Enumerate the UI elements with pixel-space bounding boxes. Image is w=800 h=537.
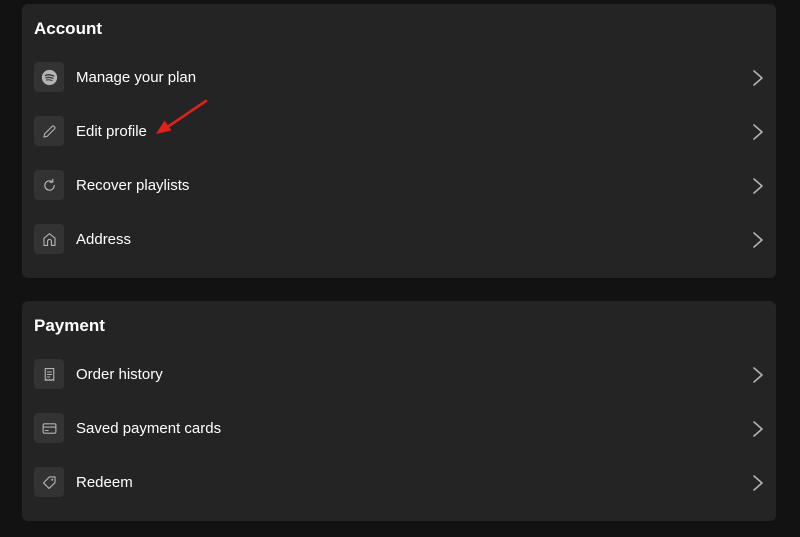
- edit-profile-row[interactable]: Edit profile: [22, 105, 776, 159]
- recover-playlists-label: Recover playlists: [76, 177, 190, 194]
- saved-payment-cards-label: Saved payment cards: [76, 420, 222, 437]
- address-label: Address: [76, 231, 132, 248]
- chevron-right-icon: [752, 231, 764, 249]
- address-row[interactable]: Address: [22, 213, 776, 267]
- manage-plan-label: Manage your plan: [76, 69, 197, 86]
- credit-card-icon: [34, 413, 64, 443]
- chevron-right-icon: [752, 420, 764, 438]
- chevron-right-icon: [752, 123, 764, 141]
- tag-icon: [34, 467, 64, 497]
- spotify-logo-icon: [34, 62, 64, 92]
- home-icon: [34, 224, 64, 254]
- redeem-label: Redeem: [76, 474, 133, 491]
- edit-profile-label: Edit profile: [76, 123, 147, 140]
- order-history-label: Order history: [76, 366, 163, 383]
- recover-playlists-row[interactable]: Recover playlists: [22, 159, 776, 213]
- pencil-icon: [34, 116, 64, 146]
- account-section: Account Manage your plan Edit profile Re…: [22, 4, 776, 278]
- chevron-right-icon: [752, 474, 764, 492]
- redeem-row[interactable]: Redeem: [22, 456, 776, 510]
- chevron-right-icon: [752, 366, 764, 384]
- receipt-icon: [34, 359, 64, 389]
- manage-plan-row[interactable]: Manage your plan: [22, 51, 776, 105]
- order-history-row[interactable]: Order history: [22, 348, 776, 402]
- chevron-right-icon: [752, 69, 764, 87]
- refresh-icon: [34, 170, 64, 200]
- saved-payment-cards-row[interactable]: Saved payment cards: [22, 402, 776, 456]
- account-section-title: Account: [34, 19, 102, 38]
- chevron-right-icon: [752, 177, 764, 195]
- payment-section: Payment Order history Saved payment card…: [22, 301, 776, 521]
- payment-section-title: Payment: [34, 316, 105, 335]
